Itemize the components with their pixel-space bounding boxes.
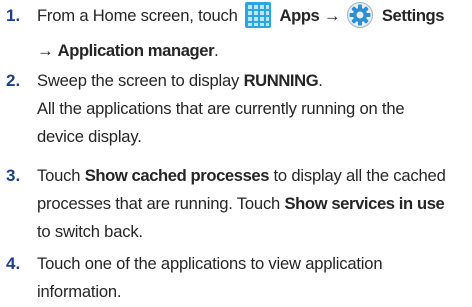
apps-grid-icon (245, 2, 272, 37)
step-line: to switch back. (37, 222, 143, 241)
step-line: From a Home screen, touch Apps → Setting… (37, 2, 468, 37)
step-line: Touch Show cached processes to display a… (37, 162, 468, 190)
step-body: Touch one of the applications to view ap… (37, 250, 468, 306)
step-line: processes that are running. Touch Show s… (37, 190, 468, 218)
show-services-in-use-label: Show services in use (284, 194, 445, 213)
running-label: RUNNING (243, 71, 319, 90)
apps-label: Apps (279, 6, 320, 25)
step-text: . (214, 41, 219, 60)
step-body: Touch Show cached processes to display a… (37, 162, 468, 246)
step-line: Sweep the screen to display RUNNING. (37, 67, 468, 95)
step-number: 1. (6, 6, 21, 25)
step-line: information. (37, 282, 122, 301)
step-number: 4. (6, 254, 21, 273)
application-manager-label: Application manager (57, 41, 215, 60)
arrow-icon: → (323, 6, 341, 25)
step-line: Touch one of the applications to view ap… (37, 254, 383, 273)
step-text: . (318, 71, 323, 90)
step-number: 2. (6, 71, 21, 90)
step-line: → Application manager. (37, 37, 468, 65)
step-text: From a Home screen, touch (37, 6, 238, 25)
settings-label: Settings (381, 6, 445, 25)
step-note: All the applications that are currently … (37, 99, 405, 118)
show-cached-processes-label: Show cached processes (84, 166, 270, 185)
instruction-steps: 1. From a Home screen, touch Apps → Sett… (0, 0, 472, 307)
step-body: From a Home screen, touch Apps → Setting… (37, 2, 468, 65)
step-text: to display all the cached (273, 166, 446, 185)
arrow-icon: → (37, 41, 54, 60)
step-note: device display. (37, 127, 142, 146)
step-number: 3. (6, 166, 21, 185)
settings-gear-icon (347, 2, 374, 37)
step-text: processes that are running. Touch (37, 194, 281, 213)
step-text: Sweep the screen to display (37, 71, 240, 90)
step-text: Touch (37, 166, 81, 185)
step-body: Sweep the screen to display RUNNING. All… (37, 67, 468, 151)
